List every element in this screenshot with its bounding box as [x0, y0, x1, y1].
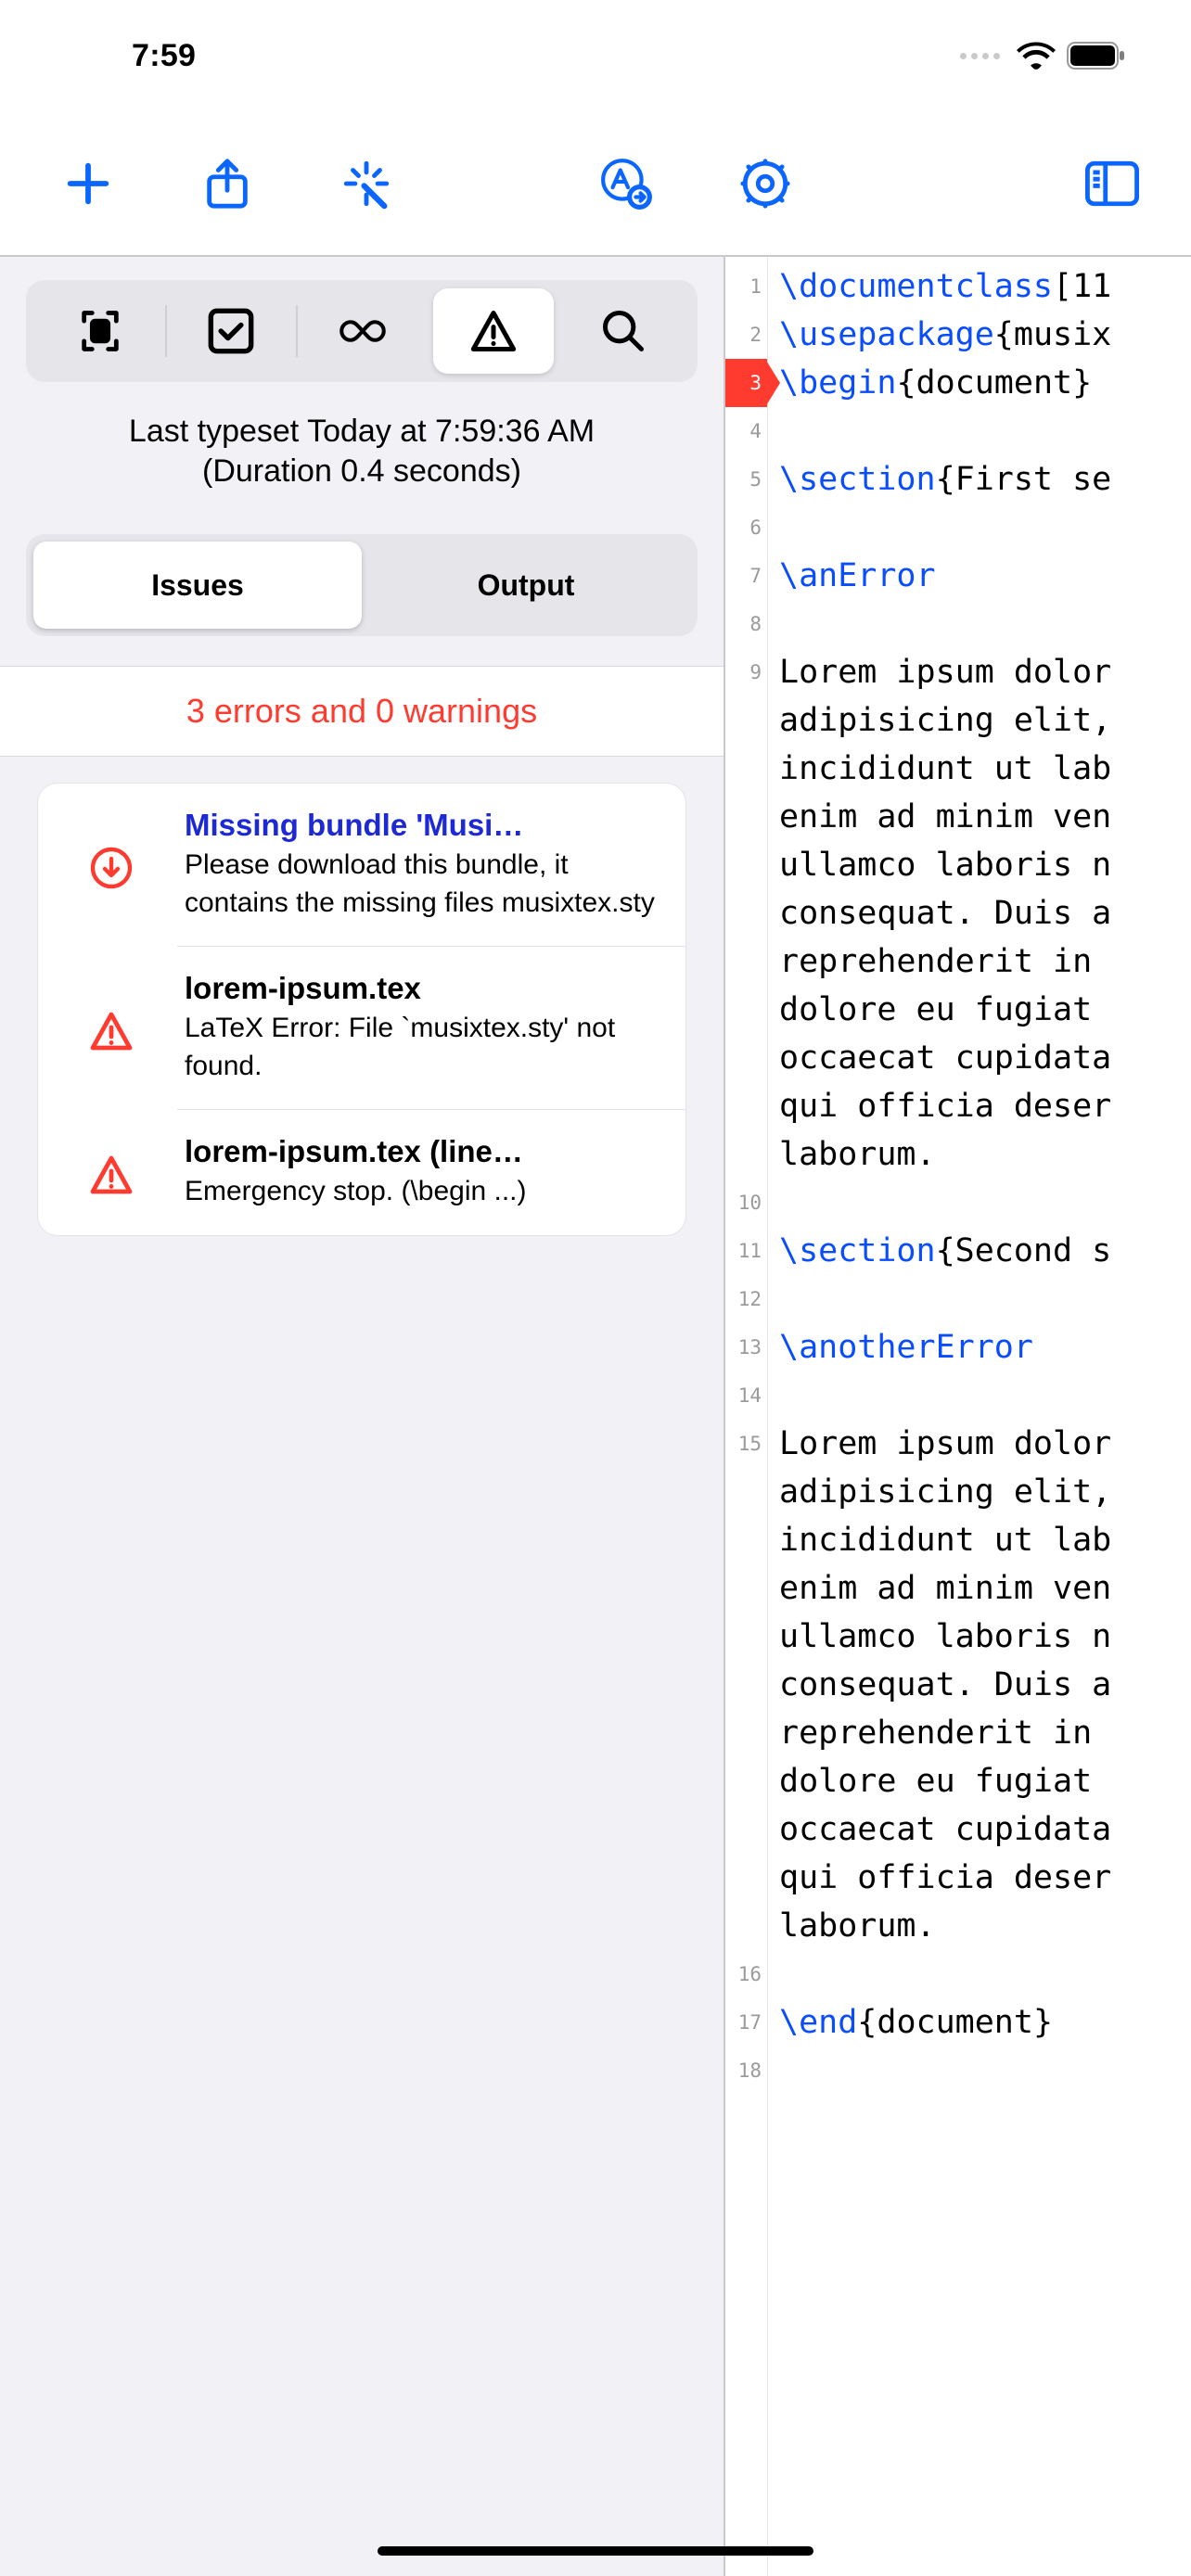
- main-toolbar: [0, 111, 1191, 255]
- console-tab-search[interactable]: [559, 288, 689, 374]
- status-indicators: [960, 41, 1126, 70]
- editor-code[interactable]: \documentclass[11 \usepackage{musix \beg…: [768, 257, 1191, 2576]
- secondary-toolbar: [26, 280, 698, 382]
- status-time: 7:59: [65, 38, 196, 74]
- editor-pane: 123456789101112131415161718 \documentcla…: [725, 257, 1191, 2576]
- issue-title: Missing bundle 'Musi…: [185, 808, 658, 843]
- issues-output-segment[interactable]: Issues Output: [26, 534, 698, 636]
- error-summary: 3 errors and 0 warnings: [0, 666, 724, 757]
- typeset-info: Last typeset Today at 7:59:36 AM (Durati…: [0, 382, 724, 517]
- console-tab-file[interactable]: [35, 288, 165, 374]
- console-tab-infinity[interactable]: [298, 288, 428, 374]
- warning-icon: [51, 1147, 172, 1197]
- issue-detail: Emergency stop. (\begin ...): [185, 1173, 658, 1211]
- typeset-button[interactable]: [594, 151, 659, 216]
- battery-icon: [1067, 42, 1126, 70]
- issue-item[interactable]: Missing bundle 'Musi… Please download th…: [38, 784, 685, 946]
- content-split: Last typeset Today at 7:59:36 AM (Durati…: [0, 257, 1191, 2576]
- issue-detail: Please download this bundle, it contains…: [185, 847, 658, 922]
- cellular-icon: [960, 53, 1005, 59]
- editor-gutter: 123456789101112131415161718: [725, 257, 768, 2576]
- home-indicator: [378, 2546, 813, 2556]
- issues-list: Missing bundle 'Musi… Please download th…: [37, 783, 686, 1236]
- segment-issues[interactable]: Issues: [33, 542, 362, 629]
- issues-pane: Last typeset Today at 7:59:36 AM (Durati…: [0, 257, 725, 2576]
- status-bar: 7:59: [0, 0, 1191, 111]
- new-document-button[interactable]: [56, 151, 121, 216]
- typeset-timestamp: Last typeset Today at 7:59:36 AM: [28, 414, 696, 450]
- console-tab-check[interactable]: [167, 288, 297, 374]
- issue-title: lorem-ipsum.tex: [185, 971, 658, 1006]
- console-tab-warnings[interactable]: [433, 288, 554, 374]
- segment-output[interactable]: Output: [362, 542, 690, 629]
- share-button[interactable]: [195, 151, 260, 216]
- issue-title: lorem-ipsum.tex (line…: [185, 1134, 658, 1169]
- toggle-sidebar-button[interactable]: [1080, 151, 1145, 216]
- warning-icon: [51, 1003, 172, 1053]
- issue-detail: LaTeX Error: File `musixtex.sty' not fou…: [185, 1010, 658, 1085]
- issue-item[interactable]: lorem-ipsum.tex (line… Emergency stop. (…: [38, 1110, 685, 1235]
- settings-button[interactable]: [733, 151, 798, 216]
- typeset-duration: (Duration 0.4 seconds): [28, 453, 696, 490]
- download-icon: [51, 808, 172, 922]
- wifi-icon: [1017, 41, 1056, 70]
- issue-item[interactable]: lorem-ipsum.tex LaTeX Error: File `musix…: [38, 947, 685, 1109]
- magic-button[interactable]: [334, 151, 399, 216]
